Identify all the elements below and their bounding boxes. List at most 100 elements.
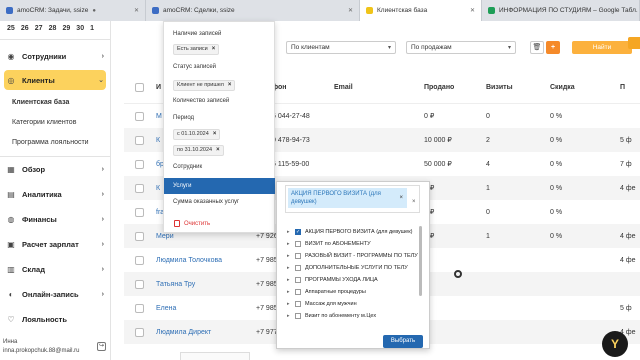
sidebar-item-analytics[interactable]: ▤ Аналитика › <box>0 184 110 204</box>
service-checkbox[interactable] <box>295 241 301 247</box>
sidebar-item-clients[interactable]: ◎ Клиенты ⌄ <box>4 70 106 90</box>
pagination[interactable] <box>180 352 250 360</box>
close-icon[interactable]: ✕ <box>344 7 353 14</box>
filter-status-label[interactable]: Статус записей <box>173 64 216 70</box>
sidebar-item-loyalty[interactable]: ♡ Лояльность <box>0 309 110 329</box>
mouse-cursor-icon <box>454 270 462 278</box>
plus-icon: + <box>550 44 556 51</box>
service-tree-item[interactable]: ▸ Массаж для мужчин <box>287 298 418 310</box>
browser-tab-clients[interactable]: Клиентская база ✕ <box>360 0 482 21</box>
browser-tab-sheets[interactable]: ИНФОРМАЦИЯ ПО СТУДИЯМ – Google Табл. <box>482 0 640 21</box>
add-client-button[interactable]: + <box>546 41 560 54</box>
sidebar-item-warehouse[interactable]: ▥ Склад › <box>0 259 110 279</box>
service-tree-item[interactable]: ▸ ✓ АКЦИЯ ПЕРВОГО ВИЗИТА (для девушек) <box>287 226 418 238</box>
selected-service-tag[interactable]: АКЦИЯ ПЕРВОГО ВИЗИТА (для девушек) × <box>288 188 407 208</box>
filter-chip-status[interactable]: Клиент не пришел × <box>173 80 236 91</box>
sidebar-item-salary[interactable]: ▣ Расчет зарплат › <box>0 234 110 254</box>
by-clients-select[interactable]: По клиентам ▾ <box>286 41 396 54</box>
caret-right-icon[interactable]: ▸ <box>287 265 295 271</box>
row-checkbox[interactable] <box>135 255 144 265</box>
service-checkbox[interactable] <box>295 289 301 295</box>
service-tree-item[interactable]: ▸ РАЗОВЫЙ ВИЗИТ - ПРОГРАММЫ ПО ТЕЛУ <box>287 250 418 262</box>
filter-chip-period-from[interactable]: с 01.10.2024 × <box>173 129 221 140</box>
caret-right-icon[interactable]: ▸ <box>287 229 295 235</box>
chevron-right-icon: › <box>101 215 104 223</box>
filter-panel: Наличие записей Есть записи × Статус запи… <box>163 21 275 233</box>
analytics-icon: ▤ <box>7 189 15 199</box>
user-box[interactable]: Инна inna.prokopchuk.88@mail.ru ↪ <box>3 338 106 356</box>
service-checkbox[interactable]: ✓ <box>295 229 301 235</box>
sidebar-item-overview[interactable]: ▦ Обзор › <box>0 159 110 179</box>
clear-selection-icon[interactable]: × <box>412 199 416 205</box>
services-scrollbar[interactable] <box>419 226 422 296</box>
service-checkbox[interactable] <box>295 301 301 307</box>
sidebar-subitem-client-categories[interactable]: Категории клиентов <box>0 112 110 132</box>
filter-employee-label[interactable]: Сотрудник <box>173 164 202 170</box>
row-checkbox[interactable] <box>135 303 144 313</box>
amocrm-favicon-icon <box>6 7 13 14</box>
google-sheets-favicon-icon <box>488 7 495 14</box>
caret-right-icon[interactable]: ▸ <box>287 313 295 319</box>
row-checkbox[interactable] <box>135 327 144 337</box>
sidebar-item-finance[interactable]: ◍ Финансы › <box>0 209 110 229</box>
filter-services-item[interactable]: Услуги <box>164 178 275 194</box>
service-checkbox[interactable] <box>295 277 301 283</box>
remove-icon[interactable]: × <box>216 146 220 155</box>
row-checkbox[interactable] <box>135 231 144 241</box>
row-checkbox[interactable] <box>135 279 144 289</box>
service-checkbox[interactable] <box>295 265 301 271</box>
service-tree-item[interactable]: ▸ ПРОГРАММЫ УХОДА ЛИЦА <box>287 274 418 286</box>
loyalty-icon: ♡ <box>7 314 15 324</box>
sidebar-subitem-loyalty-program[interactable]: Программа лояльности <box>0 132 110 152</box>
chevron-right-icon: › <box>101 265 104 273</box>
logout-icon[interactable]: ↪ <box>97 342 106 351</box>
delete-button[interactable]: 🗑 <box>530 41 544 54</box>
by-sales-select[interactable]: По продажам ▾ <box>406 41 516 54</box>
service-tree-item[interactable]: ▸ ВИЗИТ по АБОНЕМЕНТУ <box>287 238 418 250</box>
trash-icon: 🗑 <box>532 44 542 51</box>
side-panel-toggle-icon[interactable] <box>628 37 640 49</box>
sidebar: 25 26 27 28 29 30 1 ◉ Сотрудники › ◎ Кли… <box>0 21 111 360</box>
caret-right-icon[interactable]: ▸ <box>287 277 295 283</box>
row-checkbox[interactable] <box>135 183 144 193</box>
find-button[interactable]: Найти <box>572 41 632 54</box>
select-all-checkbox[interactable] <box>135 83 144 92</box>
service-checkbox[interactable] <box>295 313 301 319</box>
row-checkbox[interactable] <box>135 207 144 217</box>
chevron-down-icon: ⌄ <box>98 77 104 84</box>
row-checkbox[interactable] <box>135 111 144 121</box>
filter-records-label[interactable]: Наличие записей <box>173 31 221 37</box>
chevron-down-icon: ▾ <box>387 45 391 51</box>
close-icon[interactable]: ✕ <box>466 7 475 14</box>
sidebar-item-employees[interactable]: ◉ Сотрудники › <box>0 46 110 66</box>
remove-icon[interactable]: × <box>212 45 216 54</box>
help-chat-button[interactable]: Y <box>602 331 628 357</box>
filter-period-label[interactable]: Период <box>173 115 194 121</box>
sidebar-subitem-client-base[interactable]: Клиентская база <box>0 92 110 112</box>
caret-right-icon[interactable]: ▸ <box>287 301 295 307</box>
sidebar-item-online-booking[interactable]: ◐ Онлайн-запись › <box>0 284 110 304</box>
remove-icon[interactable]: × <box>399 194 403 202</box>
services-selected-box[interactable]: АКЦИЯ ПЕРВОГО ВИЗИТА (для девушек) × <box>285 185 420 213</box>
close-icon[interactable]: ✕ <box>130 7 139 14</box>
filter-chip-records[interactable]: Есть записи × <box>173 44 220 55</box>
filter-chip-period-to[interactable]: по 31.10.2024 × <box>173 145 224 156</box>
service-tree-item[interactable]: ▸ Визит по абонементу м.Цех <box>287 310 418 322</box>
caret-right-icon[interactable]: ▸ <box>287 241 295 247</box>
filter-sum-label[interactable]: Сумма оказанных услуг <box>173 199 239 205</box>
choose-button[interactable]: Выбрать <box>383 335 423 348</box>
row-checkbox[interactable] <box>135 159 144 169</box>
service-tree-item[interactable]: ▸ Аппаратные процедуры <box>287 286 418 298</box>
browser-tab-tasks[interactable]: amoCRM: Задачи, ssize ● ✕ <box>0 0 146 21</box>
row-checkbox[interactable] <box>135 135 144 145</box>
caret-right-icon[interactable]: ▸ <box>287 289 295 295</box>
remove-icon[interactable]: × <box>228 81 232 90</box>
service-checkbox[interactable] <box>295 253 301 259</box>
service-tree-item[interactable]: ▸ ДОПОЛНИТЕЛЬНЫЕ УСЛУГИ ПО ТЕЛУ <box>287 262 418 274</box>
caret-right-icon[interactable]: ▸ <box>287 253 295 259</box>
remove-icon[interactable]: × <box>213 130 217 139</box>
filter-count-label[interactable]: Количество записей <box>173 98 229 104</box>
browser-tab-deals[interactable]: amoCRM: Сделки, ssize ✕ <box>146 0 360 21</box>
chevron-right-icon: › <box>101 165 104 173</box>
clear-filters-button[interactable]: Очистить <box>174 220 210 227</box>
